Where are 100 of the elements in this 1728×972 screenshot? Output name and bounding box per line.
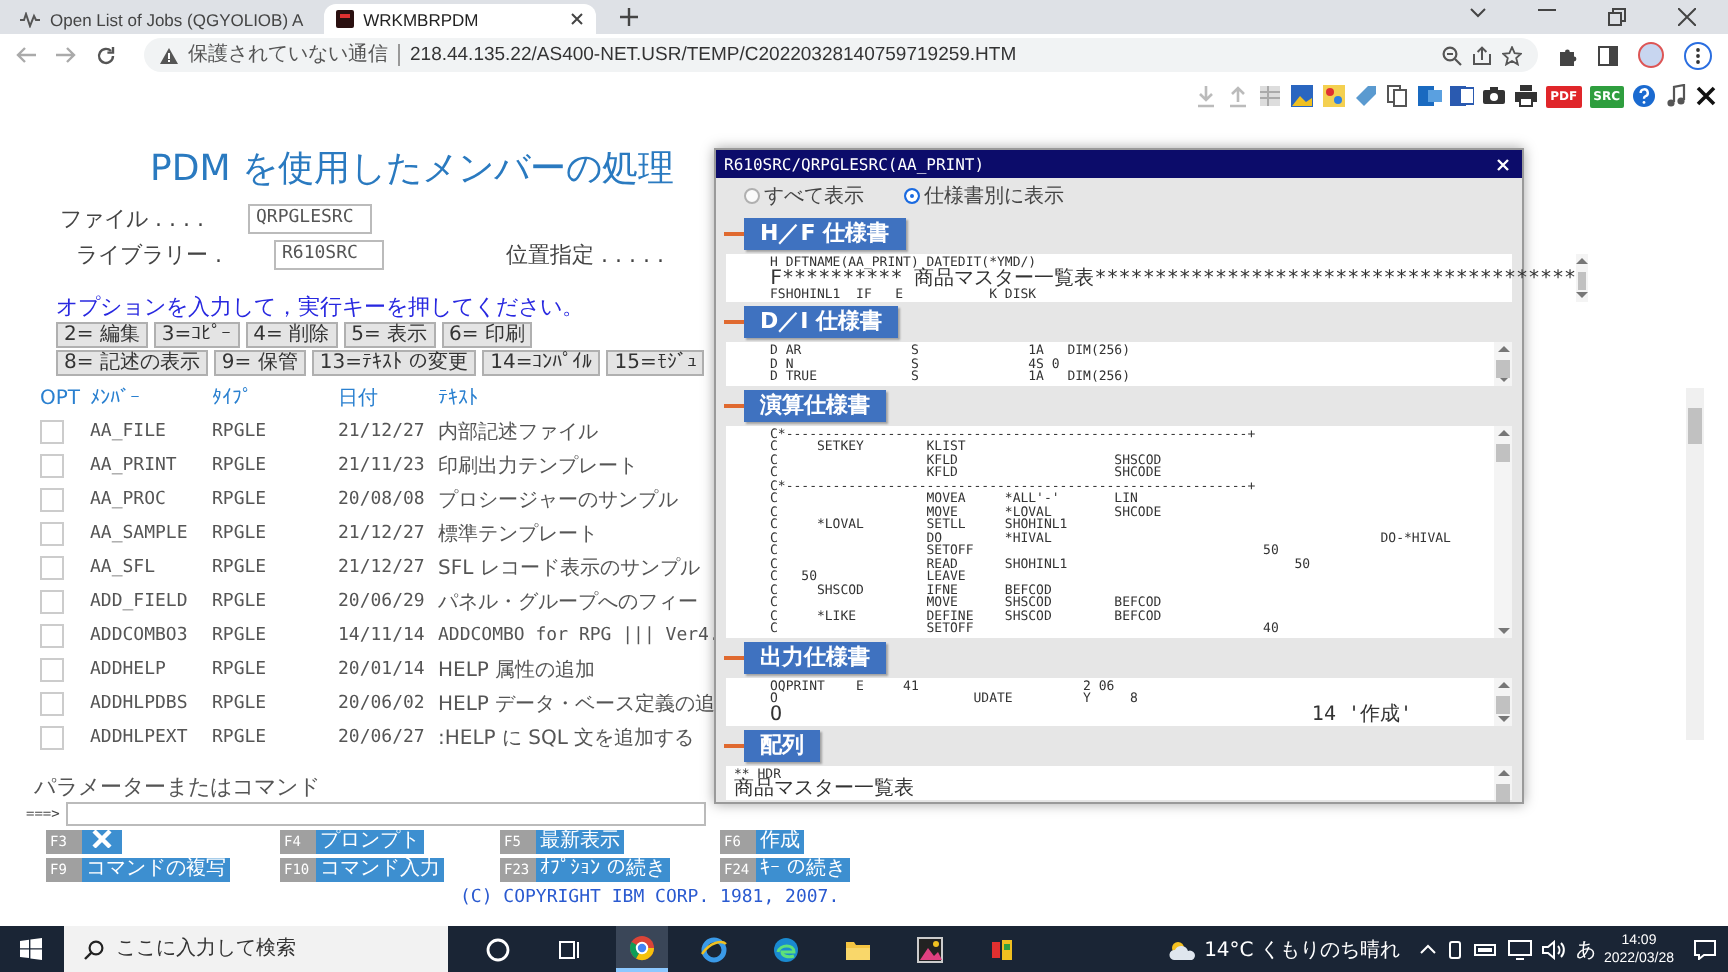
monitor-icon[interactable] [1507, 939, 1532, 959]
copyright-text: (C) COPYRIGHT IBM CORP. 1981, 2007. [460, 888, 840, 908]
option-button[interactable]: 5= 表示 [343, 322, 436, 348]
column-header: ﾀｲﾌﾟ [212, 386, 252, 410]
library-field[interactable]: R610SRC [274, 239, 384, 269]
zoom-icon[interactable] [1442, 45, 1462, 65]
help-icon[interactable] [1632, 84, 1656, 108]
battery-icon[interactable] [1473, 941, 1498, 957]
radio-button[interactable] [744, 188, 760, 204]
scrollbar[interactable] [1494, 765, 1512, 800]
music-note-icon[interactable] [1664, 84, 1688, 108]
close-icon[interactable] [1678, 8, 1696, 26]
column-header: ﾒﾝﾊﾞｰ [90, 386, 140, 410]
table-cell: 20/06/02 [338, 693, 425, 713]
radio-button[interactable] [904, 188, 920, 204]
windows-logo-icon[interactable] [20, 938, 42, 960]
restore-icon[interactable] [1608, 8, 1626, 26]
option-button[interactable]: 2= 編集 [56, 322, 148, 348]
swirl-icon[interactable] [772, 935, 800, 963]
new-tab-icon[interactable] [619, 8, 638, 26]
option-button[interactable]: 13=ﾃｷｽﾄ の変更 [311, 350, 477, 376]
code-line: 商品マスター一覧表 [734, 780, 916, 798]
command-field[interactable] [65, 801, 706, 825]
ime-indicator[interactable]: あ [1575, 935, 1596, 963]
scrollbar[interactable] [1494, 425, 1512, 637]
option-field[interactable] [40, 487, 64, 511]
search-icon [84, 940, 104, 960]
address-bar[interactable]: 保護されていない通信 218.44.135.22/AS400-NET.USR/TEMP/C20220328140759719259.HTM [144, 38, 1538, 72]
table-cell: 20/08/08 [338, 489, 425, 509]
menu-icon[interactable] [1684, 41, 1712, 69]
reload-icon[interactable] [96, 45, 116, 65]
field-label: ライブラリー . [76, 239, 224, 269]
table-cell: 20/06/27 [338, 727, 425, 747]
option-field[interactable] [40, 725, 64, 749]
option-field[interactable] [40, 453, 64, 477]
task-view-icon[interactable] [556, 935, 584, 963]
table-cell: ADD_FIELD [90, 591, 188, 611]
radio-label[interactable]: すべて表示 [764, 182, 864, 210]
option-button[interactable]: 15=ﾓｼﾞｭ [606, 350, 705, 376]
radio-label[interactable]: 仕様書別に表示 [924, 182, 1064, 210]
option-field[interactable] [40, 521, 64, 545]
table-cell: RPGLE [212, 693, 267, 713]
option-button[interactable]: 9= 保管 [213, 350, 306, 376]
table-cell-text: :HELP に SQL 文を追加する [438, 725, 695, 751]
palette-icon[interactable] [1322, 84, 1347, 108]
option-button[interactable]: 6= 印刷 [441, 322, 533, 348]
section-title: H／F 仕様書 [744, 218, 906, 250]
circle-icon[interactable] [484, 935, 512, 963]
table-cell: 21/11/23 [338, 455, 425, 475]
chevron-down-icon[interactable] [1470, 8, 1486, 18]
option-field[interactable] [40, 419, 64, 443]
option-button[interactable]: 3=ｺﾋﾟｰ [153, 322, 240, 348]
camera-icon[interactable] [1482, 84, 1507, 108]
option-button[interactable]: 8= 記述の表示 [56, 350, 208, 376]
avatar[interactable] [1638, 42, 1664, 68]
printer-icon[interactable] [1514, 84, 1539, 108]
option-field[interactable] [40, 691, 64, 715]
picture-icon[interactable] [916, 935, 944, 963]
sidebar-icon[interactable] [1598, 45, 1618, 65]
scrollbar[interactable] [1494, 342, 1512, 385]
option-field[interactable] [40, 589, 64, 613]
scrollbar[interactable] [1494, 677, 1512, 725]
table-cell: 21/12/27 [338, 557, 425, 577]
scrollbar[interactable] [1686, 388, 1704, 740]
speaker-icon[interactable] [1541, 939, 1566, 959]
field-label: ファイル . . . . [60, 203, 206, 233]
dash-icon [724, 403, 744, 407]
notification-icon[interactable] [1694, 939, 1716, 959]
table-cell: RPGLE [212, 625, 267, 645]
weather-text[interactable]: 14°C くもりのち晴れ [1204, 935, 1400, 963]
cloud-icon[interactable] [1168, 939, 1197, 959]
scrollbar[interactable] [1576, 254, 1589, 302]
share-icon[interactable] [1472, 45, 1492, 65]
dash-icon [724, 320, 744, 324]
option-field[interactable] [40, 623, 64, 647]
option-field[interactable] [40, 657, 64, 681]
chevron-up-icon[interactable] [1419, 944, 1436, 954]
app-icon[interactable] [988, 935, 1016, 963]
browser-icon[interactable] [628, 933, 656, 961]
minimize-icon[interactable] [1538, 8, 1556, 12]
device-icon[interactable] [1445, 939, 1464, 959]
copy-icon[interactable] [1386, 84, 1411, 108]
table-cell-text: HELP 属性の追加 [438, 657, 596, 683]
close-icon[interactable] [1696, 86, 1716, 106]
table-cell: 20/06/29 [338, 591, 425, 611]
close-icon[interactable] [569, 12, 584, 26]
picture-icon[interactable] [1290, 84, 1315, 108]
browser-tab[interactable]: WRKMBRPDM [323, 4, 596, 34]
table-cell-text: 印刷出力テンプレート [438, 453, 638, 479]
option-field[interactable] [40, 555, 64, 579]
browser-tab[interactable]: Open List of Jobs (QGYOLIOB) A [8, 4, 316, 34]
star-icon[interactable] [1502, 45, 1522, 65]
document-icon[interactable] [1450, 84, 1475, 108]
exit-button[interactable] [82, 830, 122, 854]
puzzle-icon[interactable] [1558, 45, 1578, 65]
option-button[interactable]: 4= 削除 [245, 322, 338, 348]
option-button[interactable]: 14=ｺﾝﾊﾟｲﾙ [482, 350, 601, 376]
file-field[interactable]: QRPGLESRC [248, 203, 372, 233]
search-field[interactable]: ここに入力して検索 [64, 926, 448, 972]
mail-icon[interactable] [1418, 84, 1443, 108]
